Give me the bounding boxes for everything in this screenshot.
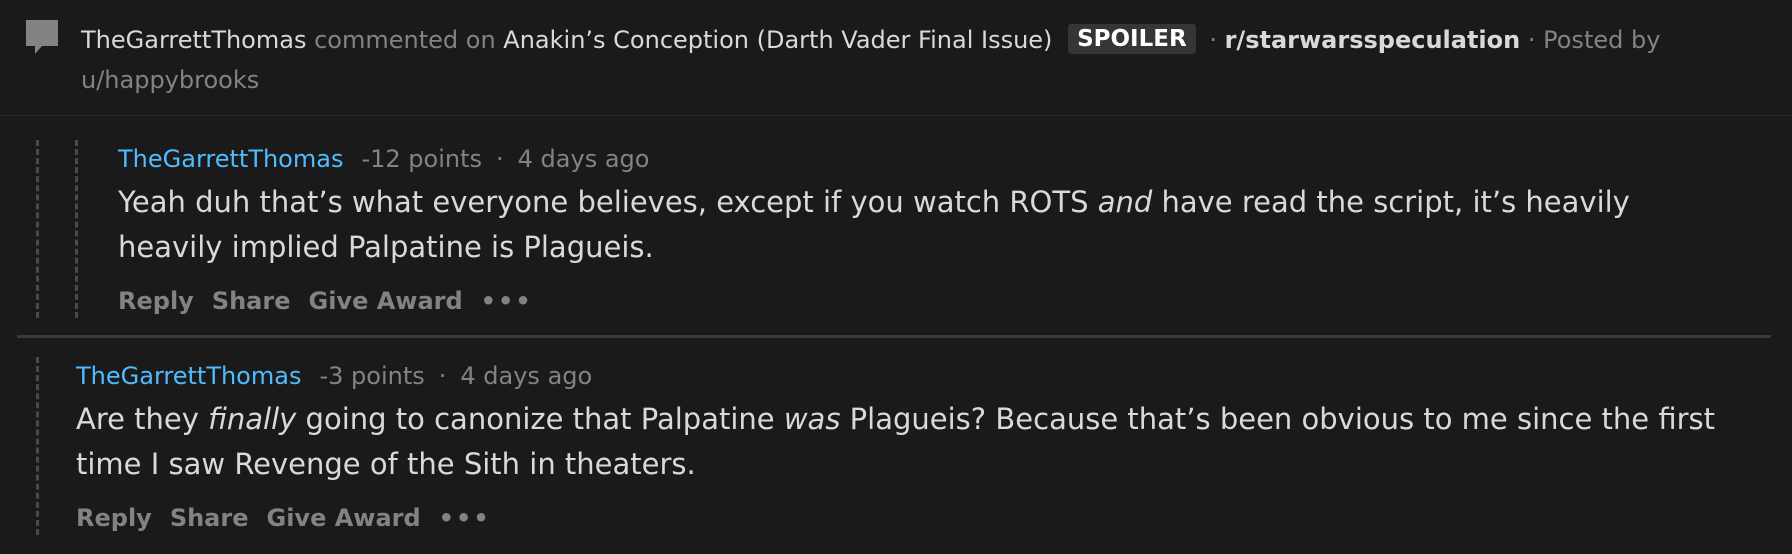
comment-points: -3 points: [319, 362, 425, 390]
comment-actions: Reply Share Give Award •••: [76, 502, 509, 534]
share-button[interactable]: Share: [170, 504, 249, 532]
more-options-icon[interactable]: •••: [439, 504, 491, 532]
subreddit-link[interactable]: r/starwarsspeculation: [1225, 26, 1521, 54]
give-award-button[interactable]: Give Award: [267, 504, 421, 532]
share-button[interactable]: Share: [212, 287, 291, 315]
comment-author-link[interactable]: TheGarrettThomas: [118, 145, 343, 173]
header-text: TheGarrettThomas commented on Anakin’s C…: [81, 20, 1661, 100]
comment-timestamp[interactable]: 4 days ago: [460, 362, 592, 390]
comment-header: TheGarrettThomas commented on Anakin’s C…: [0, 0, 1792, 116]
give-award-button[interactable]: Give Award: [309, 287, 463, 315]
spoiler-badge: SPOILER: [1068, 24, 1196, 54]
comment-divider: [17, 335, 1771, 338]
thread-line-inner[interactable]: [75, 140, 78, 318]
reply-button[interactable]: Reply: [76, 504, 152, 532]
thread-line[interactable]: [36, 357, 39, 535]
meta-separator: ·: [438, 362, 447, 390]
post-title-link[interactable]: Anakin’s Conception (Darth Vader Final I…: [503, 26, 1052, 54]
comment-timestamp[interactable]: 4 days ago: [518, 145, 650, 173]
header-separator: ·: [1209, 26, 1217, 54]
reply-button[interactable]: Reply: [118, 287, 194, 315]
comment-icon: [26, 20, 58, 54]
comment-meta: TheGarrettThomas -3 points · 4 days ago: [76, 360, 592, 392]
comment-body: Yeah duh that’s what everyone believes, …: [118, 185, 1630, 264]
comment-actions: Reply Share Give Award •••: [118, 285, 551, 317]
comment-author-link[interactable]: TheGarrettThomas: [76, 362, 301, 390]
posted-by-label: · Posted by: [1527, 26, 1661, 54]
comment-body: Are they finally going to canonize that …: [76, 402, 1716, 481]
thread-line-outer[interactable]: [36, 140, 39, 318]
more-options-icon[interactable]: •••: [481, 287, 533, 315]
header-username[interactable]: TheGarrettThomas: [81, 26, 306, 54]
op-username-link[interactable]: u/happybrooks: [81, 66, 259, 94]
commented-on-label: commented on: [314, 26, 496, 54]
meta-separator: ·: [496, 145, 504, 173]
comment-meta: TheGarrettThomas -12 points · 4 days ago: [118, 143, 649, 175]
comment-points: -12 points: [361, 145, 483, 173]
